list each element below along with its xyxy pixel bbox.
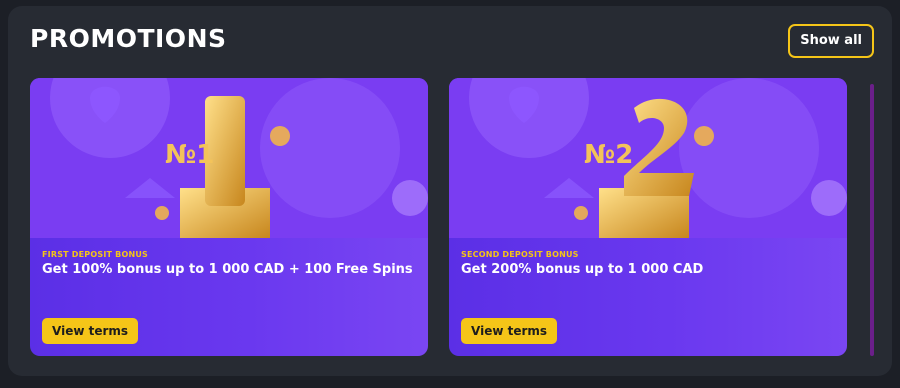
promotion-headline-1: Get 100% bonus up to 1 000 CAD + 100 Fre…: [42, 262, 413, 277]
promotions-panel: PROMOTIONS Show all №1 FIRST DEPOSIT BON…: [8, 6, 892, 376]
section-title: PROMOTIONS: [30, 24, 227, 53]
view-terms-button-1[interactable]: View terms: [42, 318, 139, 344]
promotion-label-1: FIRST DEPOSIT BONUS: [42, 250, 149, 259]
next-card-edge: [870, 84, 874, 356]
promotion-badge-1: №1: [165, 140, 214, 170]
promotion-card-2[interactable]: №2 SECOND DEPOSIT BONUS Get 200% bonus u…: [449, 78, 847, 356]
promotion-label-2: SECOND DEPOSIT BONUS: [461, 250, 579, 259]
promotion-banner-image-2: №2: [449, 78, 847, 238]
promotion-headline-2: Get 200% bonus up to 1 000 CAD: [461, 262, 704, 277]
promotion-badge-2: №2: [584, 140, 633, 170]
promotion-card-1[interactable]: №1 FIRST DEPOSIT BONUS Get 100% bonus up…: [30, 78, 428, 356]
view-terms-button-2[interactable]: View terms: [461, 318, 558, 344]
promotion-banner-image-1: №1: [30, 78, 428, 238]
show-all-button[interactable]: Show all: [788, 24, 874, 58]
